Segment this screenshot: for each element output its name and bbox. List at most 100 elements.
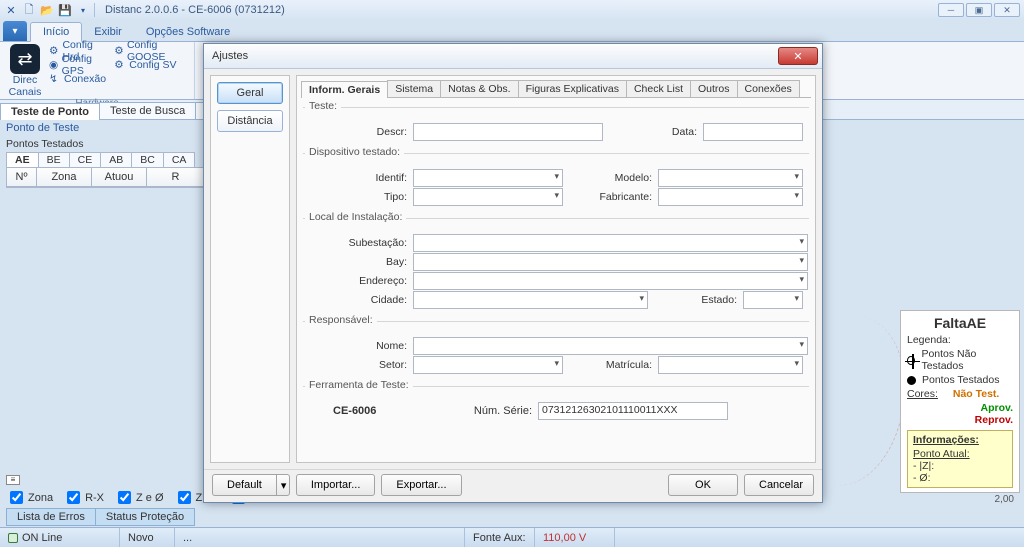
tab-bc[interactable]: BC	[131, 152, 164, 167]
sidebar-distancia[interactable]: Distância	[217, 110, 283, 132]
identif-select[interactable]	[413, 169, 563, 187]
qat-icon-app[interactable]: ✕	[4, 3, 18, 17]
section-dispositivo: Dispositivo testado:	[305, 146, 404, 158]
chart-scale-value: 2,00	[995, 494, 1014, 505]
config-sv-button[interactable]: ⚙Config SV	[111, 58, 188, 72]
status-fonteaux-label: Fonte Aux:	[465, 528, 535, 547]
gear-icon: ⚙	[49, 45, 59, 57]
dialog-footer: Default▾ Importar... Exportar... OK Canc…	[204, 469, 822, 500]
estado-select[interactable]	[743, 291, 803, 309]
importar-button[interactable]: Importar...	[296, 474, 376, 496]
subestacao-select[interactable]	[413, 234, 808, 252]
check-ze[interactable]: Z e Ø	[114, 488, 164, 507]
tab-ce[interactable]: CE	[69, 152, 102, 167]
ajustes-dialog: Ajustes ✕ Geral Distância Inform. Gerais…	[203, 43, 823, 503]
tab-ab[interactable]: AB	[100, 152, 132, 167]
legend-panel: FaltaAE Legenda: Pontos Não Testados Pon…	[900, 310, 1020, 493]
dialog-title: Ajustes	[212, 50, 248, 62]
col-atuou[interactable]: Atuou	[92, 168, 147, 187]
tab-notas[interactable]: Notas & Obs.	[440, 80, 518, 97]
status-bar: ON Line Novo ... Fonte Aux: 110,00 V	[0, 527, 1024, 547]
tab-teste-busca[interactable]: Teste de Busca	[99, 102, 196, 119]
qat-dropdown-icon[interactable]: ▾	[76, 3, 90, 17]
cancelar-button[interactable]: Cancelar	[744, 474, 814, 496]
info-box: Informações: Ponto Atual: - |Z|: - Ø:	[907, 430, 1013, 488]
symbol-not-tested-icon	[907, 356, 915, 365]
canais-label: Canais	[9, 86, 42, 98]
fabricante-select[interactable]	[658, 188, 803, 206]
tab-sistema[interactable]: Sistema	[387, 80, 441, 97]
qat-icon-open[interactable]: 📂	[40, 3, 54, 17]
tab-ca[interactable]: CA	[163, 152, 196, 167]
direc-canais-icon[interactable]: ⇄	[10, 44, 40, 74]
online-led-icon	[8, 533, 18, 543]
window-title: Distanc 2.0.0.6 - CE-6006 (0731212)	[105, 4, 285, 16]
conexao-button[interactable]: ↯Conexão	[46, 72, 109, 86]
default-dropdown-icon[interactable]: ▾	[276, 474, 290, 496]
tab-outros[interactable]: Outros	[690, 80, 738, 97]
qat-icon-new[interactable]: 🗋	[22, 3, 36, 17]
section-teste: Teste:	[305, 100, 341, 112]
matricula-select[interactable]	[658, 356, 803, 374]
qat-icon-save[interactable]: 💾	[58, 3, 72, 17]
col-zona[interactable]: Zona	[37, 168, 92, 187]
numserie-input[interactable]: 07312126302101110011XXX	[538, 402, 728, 420]
bay-select[interactable]	[413, 253, 808, 271]
tab-figuras[interactable]: Figuras Explicativas	[518, 80, 627, 97]
section-responsavel: Responsável:	[305, 314, 377, 326]
descr-input[interactable]	[413, 123, 603, 141]
modelo-select[interactable]	[658, 169, 803, 187]
minimize-button[interactable]: ─	[938, 3, 964, 17]
points-table: Nº Zona Atuou R	[6, 167, 206, 188]
footer-tabs: Lista de Erros Status Proteção	[6, 508, 194, 526]
dialog-close-button[interactable]: ✕	[778, 47, 818, 65]
cidade-select[interactable]	[413, 291, 648, 309]
tab-lista-erros[interactable]: Lista de Erros	[6, 508, 96, 526]
config-goose-button[interactable]: ⚙Config GOOSE	[111, 44, 188, 58]
gear-icon: ⚙	[114, 59, 126, 71]
legend-title: FaltaAE	[907, 315, 1013, 331]
tab-conexoes[interactable]: Conexões	[737, 80, 800, 97]
gear-icon: ⚙	[114, 45, 124, 57]
default-button[interactable]: Default▾	[212, 474, 290, 496]
sidebar-geral[interactable]: Geral	[217, 82, 283, 104]
status-novo: Novo	[120, 528, 175, 547]
legend-label: Legenda:	[907, 334, 1013, 346]
status-voltage: 110,00 V	[535, 528, 615, 547]
titlebar: ✕ 🗋 📂 💾 ▾ Distanc 2.0.0.6 - CE-6006 (073…	[0, 0, 1024, 20]
col-r[interactable]: R	[147, 168, 205, 187]
dialog-tabs: Inform. Gerais Sistema Notas & Obs. Figu…	[301, 80, 811, 98]
tab-be[interactable]: BE	[38, 152, 70, 167]
nome-select[interactable]	[413, 337, 808, 355]
exportar-button[interactable]: Exportar...	[381, 474, 461, 496]
tab-status-protecao[interactable]: Status Proteção	[95, 508, 195, 526]
endereco-select[interactable]	[413, 272, 808, 290]
globe-icon: ◉	[49, 59, 59, 71]
section-ferramenta: Ferramenta de Teste:	[305, 379, 413, 391]
tab-ae[interactable]: AE	[6, 152, 39, 167]
tab-checklist[interactable]: Check List	[626, 80, 691, 97]
ok-button[interactable]: OK	[668, 474, 738, 496]
maximize-button[interactable]: ▣	[966, 3, 992, 17]
config-gps-button[interactable]: ◉Config GPS	[46, 58, 109, 72]
file-button[interactable]: ▾	[3, 21, 27, 41]
setor-select[interactable]	[413, 356, 563, 374]
status-online: ON Line	[22, 532, 62, 544]
data-input[interactable]	[703, 123, 803, 141]
tipo-select[interactable]	[413, 188, 563, 206]
ce-model: CE-6006	[303, 405, 413, 417]
status-dots: ...	[175, 528, 465, 547]
check-zona[interactable]: Zona	[6, 488, 53, 507]
tab-teste-ponto[interactable]: Teste de Ponto	[0, 103, 100, 120]
col-no[interactable]: Nº	[7, 168, 37, 187]
section-local: Local de Instalação:	[305, 211, 406, 223]
collapse-toggle[interactable]: ≡	[6, 475, 20, 485]
dialog-titlebar[interactable]: Ajustes ✕	[204, 44, 822, 69]
tab-inform-gerais[interactable]: Inform. Gerais	[301, 81, 388, 98]
direc-label: Direc	[13, 74, 38, 86]
symbol-tested-icon	[907, 376, 916, 385]
dialog-sidebar: Geral Distância	[210, 75, 290, 463]
close-window-button[interactable]: ✕	[994, 3, 1020, 17]
link-icon: ↯	[49, 73, 61, 85]
check-rx[interactable]: R-X	[63, 488, 104, 507]
